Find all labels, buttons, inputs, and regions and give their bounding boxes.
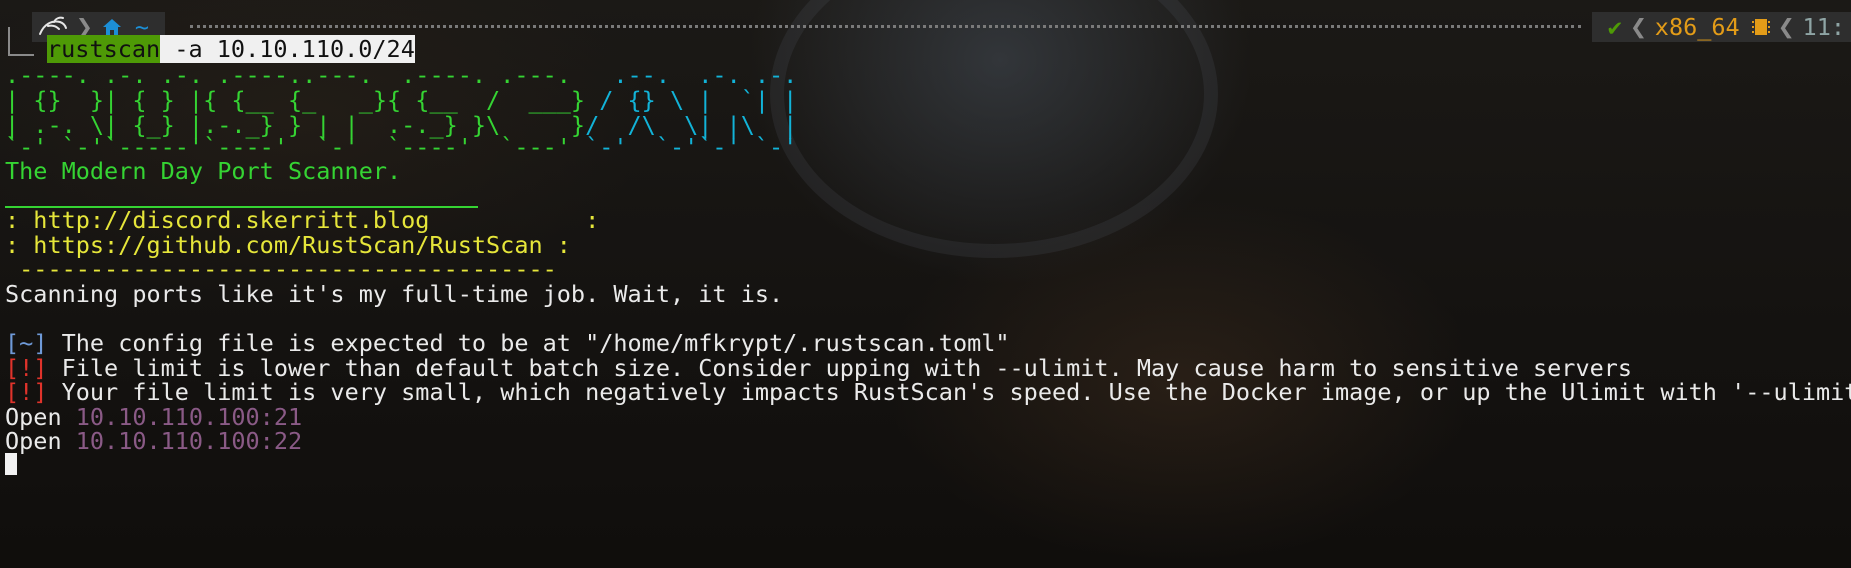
prompt-right-segment: ✔ ❮ x86_64 ❮ 11: <box>1591 10 1851 43</box>
time-label: 11: <box>1802 13 1845 41</box>
open-address: 10.10.110.100:22 <box>75 427 303 455</box>
prompt-filler <box>190 25 1581 28</box>
command-args: -a 10.10.110.0/24 <box>160 35 415 63</box>
motto-line: Scanning ports like it's my full-time jo… <box>5 280 784 308</box>
warning-tag: [!] <box>5 378 48 406</box>
prompt-connector <box>8 27 34 56</box>
terminal-window[interactable]: ❯ ~ ✔ ❮ x86_64 ❮ 11: rustscan -a 10.10.1 <box>0 0 1851 568</box>
prompt-separator-right-2: ❮ <box>1777 10 1795 43</box>
info-text: The config file is expected to be at "/h… <box>47 329 1010 357</box>
chip-icon <box>1746 12 1776 42</box>
warning-text: Your file limit is very small, which neg… <box>47 378 1851 406</box>
banner-art-right: `-' `-'`-' `-' <box>585 133 798 161</box>
prompt-separator-right: ❮ <box>1629 10 1647 43</box>
terminal-cursor <box>5 453 17 475</box>
arch-label: x86_64 <box>1654 13 1740 41</box>
open-port-line: Open 10.10.110.100:22 <box>5 427 302 456</box>
banner-art-right: .--. .-. .-. <box>570 61 798 89</box>
banner-art-right: / {} \ | `| | <box>585 86 798 114</box>
info-tag: [~] <box>5 329 48 357</box>
banner-tagline: The Modern Day Port Scanner. <box>5 157 402 185</box>
banner-art-left: | {} }| { } |{ {__ {_ _}{ {__ / ___} <box>5 86 586 114</box>
command-line: rustscan -a 10.10.110.0/24 <box>47 35 415 64</box>
open-label: Open <box>5 427 76 455</box>
status-check-icon: ✔ <box>1607 13 1622 41</box>
banner-art-left: .----. .-. .-. .----..---. .----. .---. <box>5 61 571 89</box>
command-name: rustscan <box>47 35 161 63</box>
